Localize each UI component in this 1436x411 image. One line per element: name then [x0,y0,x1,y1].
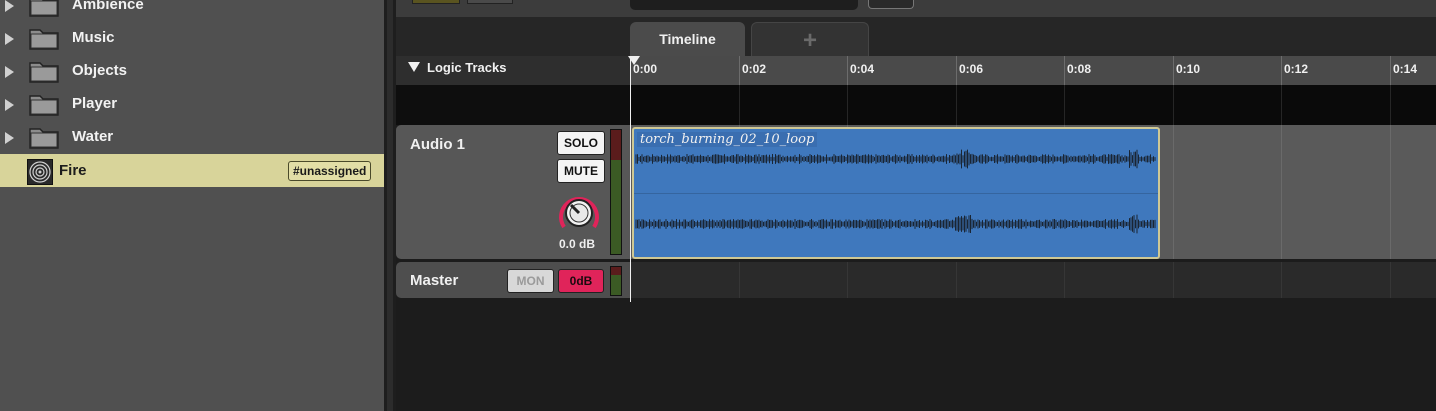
empty-track-area[interactable] [396,300,1436,411]
monitor-button[interactable]: MON [507,269,554,293]
logic-tracks-header[interactable]: Logic Tracks [396,56,630,85]
tab-timeline-label: Timeline [659,31,716,47]
folder-icon [29,0,59,17]
expand-arrow-icon[interactable] [5,66,14,78]
logic-tracks-label: Logic Tracks [427,60,507,75]
master-track-name: Master [410,272,459,289]
ruler-tick [956,56,957,85]
tree-folder-label: Ambience [72,0,144,13]
tree-folder-label: Objects [72,62,128,79]
folder-icon [29,95,59,116]
panel-splitter-grip [387,0,393,411]
master-track-lane[interactable] [630,262,1436,298]
grid-line [1173,262,1174,298]
transport-toolbar [396,0,1436,17]
master-level-meter [610,266,622,296]
clip-name: torch_burning_02_10_loop [637,132,818,147]
grid-line [1281,125,1282,259]
tab-timeline[interactable]: Timeline [630,22,745,56]
grid-line [1064,262,1065,298]
ruler-tick-label: 0:06 [959,62,984,76]
tree-folder-music[interactable]: Music [0,21,384,54]
ruler-tick [1173,56,1174,85]
grid-line [847,262,848,298]
bank-badge[interactable]: #unassigned [288,161,372,181]
time-display [630,0,858,10]
timeline-ruler[interactable]: 0:00 0:02 0:04 0:06 0:08 0:10 0:12 0:14 [630,56,1436,85]
ruler-tick [739,56,740,85]
grid-line [1390,125,1391,259]
grid-line [1064,85,1065,125]
grid-line [739,262,740,298]
volume-knob[interactable] [556,191,602,235]
grid-line [956,262,957,298]
pause-button[interactable] [868,0,914,9]
expand-arrow-icon[interactable] [5,33,14,45]
ruler-tick [1064,56,1065,85]
tree-event-label: Fire [59,162,87,179]
grid-line [1390,85,1391,125]
grid-line [847,85,848,125]
folder-icon [29,62,59,83]
toolbar-button[interactable] [412,0,460,4]
ruler-tick-label: 0:14 [1393,62,1418,76]
tree-folder-label: Water [72,128,114,145]
grid-line [956,85,957,125]
folder-icon [29,128,59,149]
expand-arrow-icon[interactable] [5,0,14,12]
solo-button[interactable]: SOLO [557,131,605,155]
volume-readout: 0.0 dB [559,237,596,251]
tree-folder-objects[interactable]: Objects [0,54,384,87]
track-name: Audio 1 [410,136,465,153]
event-icon [27,159,53,185]
ruler-tick-label: 0:10 [1176,62,1201,76]
logic-track-header [396,85,630,125]
grid-line [739,85,740,125]
tree-folder-label: Music [72,29,115,46]
grid-line [1281,85,1282,125]
ruler-tick-label: 0:02 [742,62,767,76]
ruler-tick [847,56,848,85]
toolbar-button[interactable] [467,0,513,4]
collapse-arrow-icon[interactable] [408,62,420,72]
event-browser: Ambience Music Objects Player Water Fire… [0,0,384,411]
expand-arrow-icon[interactable] [5,132,14,144]
grid-line [1173,85,1174,125]
level-meter [610,129,622,255]
ruler-tick [1390,56,1391,85]
grid-line [1173,125,1174,259]
mute-button[interactable]: MUTE [557,159,605,183]
plus-icon: + [802,27,817,54]
tree-event-fire[interactable]: Fire #unassigned [0,154,384,187]
add-tab-button[interactable]: + [751,22,869,56]
ruler-tick-label: 0:12 [1284,62,1309,76]
tab-bar [396,17,1436,56]
playhead[interactable] [630,56,631,302]
waveform-graphic [634,149,1158,234]
ruler-tick-label: 0:04 [850,62,875,76]
grid-line [1390,262,1391,298]
ruler-tick [1281,56,1282,85]
tree-folder-player[interactable]: Player [0,87,384,120]
folder-icon [29,29,59,50]
tree-folder-label: Player [72,95,118,112]
clip-indicator-button[interactable]: 0dB [558,269,604,293]
grid-line [1281,262,1282,298]
tree-folder-water[interactable]: Water [0,120,384,153]
audio-clip[interactable]: torch_burning_02_10_loop [632,127,1160,259]
logic-track-lane[interactable] [630,85,1436,125]
ruler-tick-label: 0:08 [1067,62,1092,76]
tree-folder-ambience[interactable]: Ambience [0,0,384,21]
expand-arrow-icon[interactable] [5,99,14,111]
